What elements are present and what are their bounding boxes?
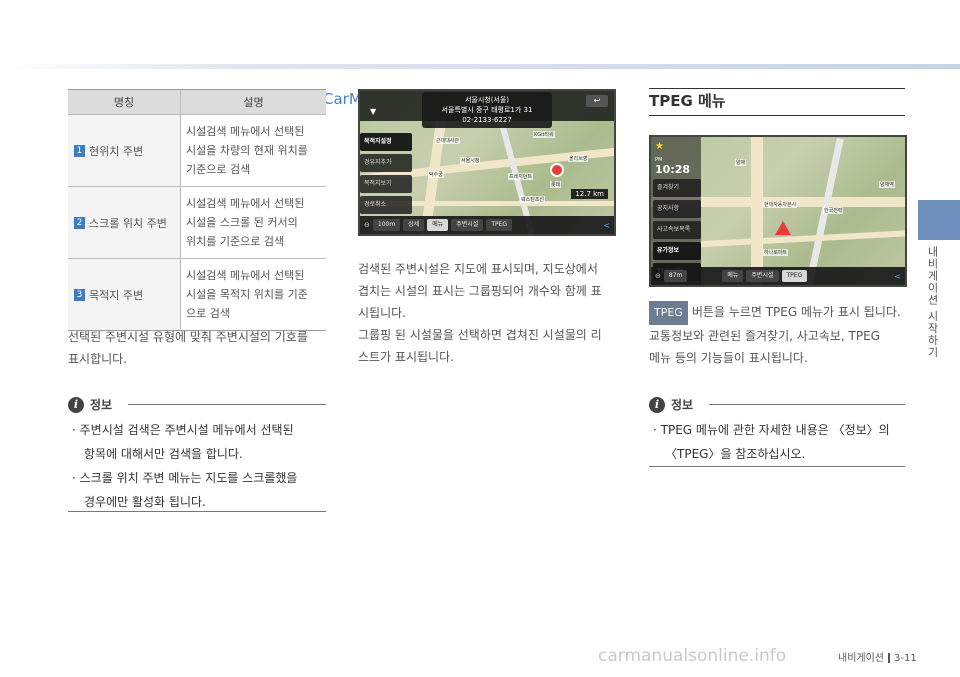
place-label[interactable]: 하나로마트 [763, 249, 789, 256]
menu-add-waypoint[interactable]: 경유지추가 [360, 154, 412, 172]
collapse-arrow-icon[interactable]: < [603, 221, 610, 230]
page-footer: 내비게이션 3-11 [838, 649, 917, 664]
table-row: 3 목적지 주변 시설검색 메뉴에서 선택된 시설을 목적지 위치를 기준 으로 … [68, 258, 326, 330]
place-label[interactable]: 양재역 [879, 181, 895, 188]
bottom-toolbar: ⊖ 87m 메뉴 주변시설 TPEG < [651, 267, 905, 285]
scale-indicator: 87m [663, 270, 688, 282]
chapter-side-tab [918, 200, 960, 240]
tpeg-button[interactable]: TPEG [486, 219, 513, 231]
table-header: 명칭 설명 [68, 90, 326, 114]
place-label[interactable]: 덕수궁 [428, 171, 444, 178]
detail-button[interactable]: 상세 [403, 219, 425, 231]
left-paragraph: 선택된 주변시설 유형에 맞춰 주변시설의 기호를 표시합니다. [68, 330, 308, 366]
place-label[interactable]: 양재 [735, 159, 747, 166]
place-label[interactable]: 근대대사관 [435, 137, 461, 144]
clock-time: 10:28 [655, 163, 691, 176]
distance-readout: 12.7 km [571, 189, 608, 199]
place-label[interactable]: 웨스틴조선 [520, 196, 546, 203]
list-item: · 주변시설 검색은 주변시설 메뉴에서 선택된 항목에 대해서만 검색을 합니다… [72, 423, 294, 461]
row-desc-line: 시설을 차량의 현재 위치를 [186, 144, 308, 157]
dropdown-icon[interactable]: ▼ [370, 107, 376, 116]
watermark-bottom: carmanualsonline.info [598, 646, 787, 666]
row-number-badge: 3 [74, 288, 85, 301]
row-desc-line: 시설을 목적지 위치를 기준 [186, 288, 308, 301]
info-heading-right: i 정보 [649, 396, 693, 413]
table-row: 2 스크롤 위치 주변 시설검색 메뉴에서 선택된 시설을 스크롤 된 커서의 위… [68, 186, 326, 258]
zoom-icon[interactable]: ⊖ [364, 221, 370, 229]
menu-set-destination[interactable]: 목적지설정 [360, 133, 412, 151]
menu-favorites[interactable]: 즐겨찾기 [653, 179, 701, 197]
menu-cancel-route[interactable]: 경로취소 [360, 196, 412, 214]
menu-button[interactable]: 메뉴 [722, 270, 744, 282]
row-desc-line: 기준으로 검색 [186, 163, 251, 176]
menu-fuel-prices[interactable]: 유가정보 [653, 242, 701, 260]
star-icon[interactable]: ★ [655, 141, 664, 152]
menu-button[interactable]: 메뉴 [427, 219, 449, 231]
table-row: 1 현위치 주변 시설검색 메뉴에서 선택된 시설을 차량의 현재 위치를 기준으… [68, 114, 326, 186]
footer-chapter: 내비게이션 [838, 653, 884, 664]
page-number: 3-11 [894, 653, 917, 664]
menu-notices[interactable]: 공지사항 [653, 200, 701, 218]
list-item: · 스크롤 위치 주변 메뉴는 지도를 스크롤했을 경우에만 활성화 됩니다. [72, 471, 298, 509]
info-icon: i [649, 396, 665, 413]
section-title: TPEG 메뉴 [649, 92, 726, 110]
info-list-right: · TPEG 메뉴에 관한 자세한 내용은 〈정보〉의 〈TPEG〉을 참조하십시… [653, 418, 915, 466]
back-icon[interactable]: ↩ [586, 95, 608, 107]
place-label[interactable]: 서울시청 [460, 157, 481, 164]
navigation-screenshot-search-result: 근대대사관 KGit타워 올리브영 프레지던트 서울시청 롯데 웨스틴조선 덕수… [358, 89, 616, 236]
info-divider [128, 404, 326, 405]
list-item: · TPEG 메뉴에 관한 자세한 내용은 〈정보〉의 〈TPEG〉을 참조하십시… [653, 423, 890, 461]
place-label[interactable]: 프레지던트 [508, 173, 534, 180]
info-bottom-rule [68, 511, 326, 512]
section-top-rule [649, 88, 905, 89]
row-number-badge: 1 [74, 144, 85, 157]
vehicle-position-icon [775, 221, 791, 235]
chapter-side-label: 내비게이션 시작하기 [926, 246, 939, 359]
row-name: 현위치 주변 [89, 144, 144, 158]
nearby-facilities-button[interactable]: 주변시설 [451, 219, 484, 231]
row-desc-line: 시설검색 메뉴에서 선택된 [186, 269, 305, 282]
row-desc-line: 시설을 스크롤 된 커서의 [186, 216, 298, 229]
zoom-icon[interactable]: ⊖ [655, 272, 661, 280]
nearby-facilities-button[interactable]: 주변시설 [746, 270, 779, 282]
row-desc-line: 시설검색 메뉴에서 선택된 [186, 197, 305, 210]
collapse-arrow-icon[interactable]: < [894, 272, 901, 281]
menu-view-destination[interactable]: 목적지보기 [360, 175, 412, 193]
place-label[interactable]: 한국전력 [823, 207, 844, 214]
scale-indicator: 100m [372, 219, 401, 231]
middle-paragraph: 검색된 주변시설은 지도에 표시되며, 지도상에서 겹치는 시설의 표시는 그룹… [358, 262, 602, 364]
info-icon: i [68, 396, 84, 413]
top-header-rule [0, 64, 960, 69]
navigation-screenshot-tpeg-menu: 현대자동차본사 한국전력 하나로마트 양재 양재역 ★ PM 10:28 즐겨찾… [649, 135, 907, 287]
tpeg-badge: TPEG [649, 301, 688, 325]
poi-action-menu: 목적지설정 경유지추가 목적지보기 경로취소 [360, 133, 412, 217]
info-bottom-rule [649, 466, 905, 467]
info-divider [709, 404, 905, 405]
right-paragraph: TPEG 버튼을 누르면 TPEG 메뉴가 표시 됩니다. 교통정보와 관련된 즐… [649, 301, 911, 369]
section-bottom-rule [649, 115, 905, 116]
header-desc: 설명 [180, 90, 326, 114]
row-desc-line: 시설검색 메뉴에서 선택된 [186, 125, 305, 138]
row-name: 스크롤 위치 주변 [89, 216, 167, 230]
row-desc-line: 위치를 기준으로 검색 [186, 235, 285, 248]
info-list-left: · 주변시설 검색은 주변시설 메뉴에서 선택된 항목에 대해서만 검색을 합니다… [72, 418, 334, 514]
place-popup[interactable]: 서울시청(서울) 서울특별시 중구 태평로1가 31 02-2133-6227 [422, 92, 552, 128]
info-heading-left: i 정보 [68, 396, 112, 413]
header-name: 명칭 [113, 96, 135, 109]
location-pin-icon[interactable] [550, 163, 564, 177]
place-label[interactable]: 올리브영 [568, 155, 589, 162]
place-label[interactable]: 현대자동차본사 [763, 201, 798, 208]
row-number-badge: 2 [74, 216, 85, 229]
row-name: 목적지 주변 [89, 288, 144, 302]
row-desc-line: 으로 검색 [186, 307, 230, 320]
menu-accident-list[interactable]: 사고속보목록 [653, 221, 701, 239]
facility-search-table: 명칭 설명 1 현위치 주변 시설검색 메뉴에서 선택된 시설을 차량의 현재 위… [68, 89, 326, 331]
tpeg-button[interactable]: TPEG [781, 270, 808, 282]
place-label[interactable]: KGit타워 [533, 131, 555, 138]
bottom-toolbar: ⊖ 100m 상세 메뉴 주변시설 TPEG < [360, 216, 614, 234]
place-label[interactable]: 롯데 [550, 181, 562, 188]
